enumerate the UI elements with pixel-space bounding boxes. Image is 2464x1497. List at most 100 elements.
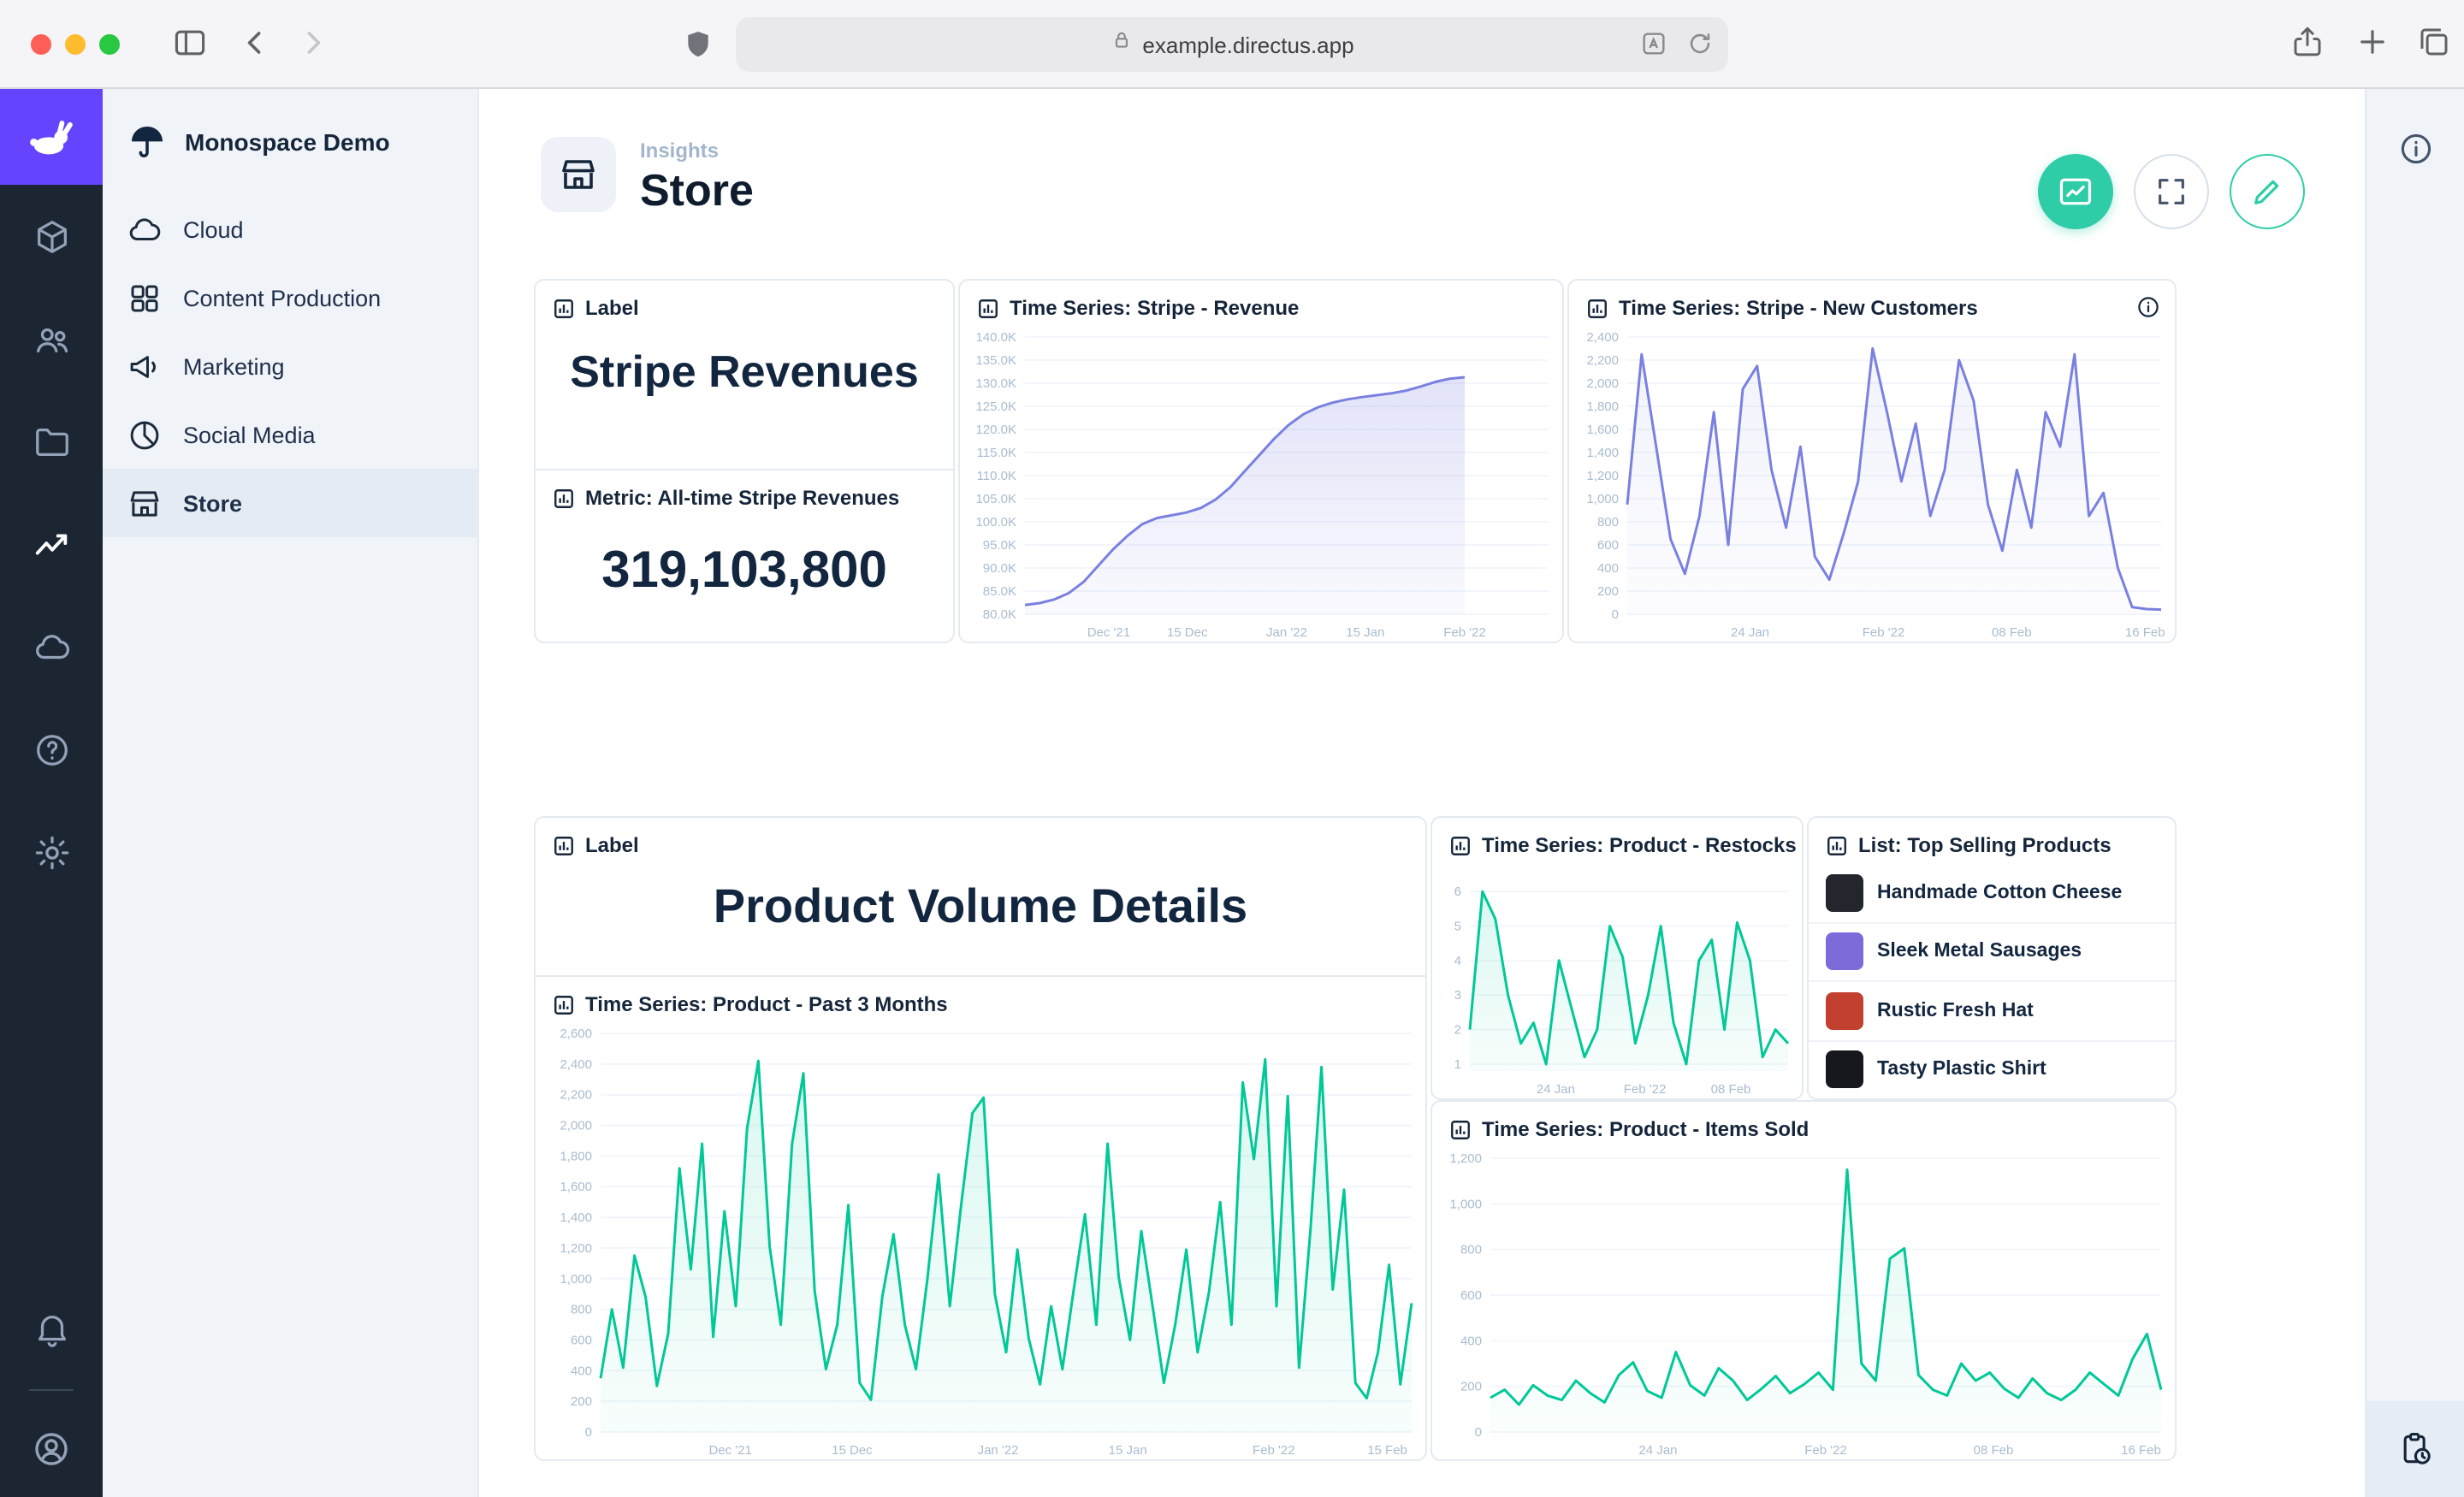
svg-text:6: 6: [1454, 885, 1461, 899]
users-icon: [32, 319, 71, 358]
module-users-button[interactable]: [0, 287, 103, 390]
fullscreen-button[interactable]: [2134, 154, 2209, 229]
svg-text:Feb '22: Feb '22: [1804, 1443, 1847, 1458]
screen: example.directus.app: [0, 0, 2464, 1497]
close-window-button[interactable]: [31, 34, 51, 55]
page-header: Insights Store: [541, 137, 754, 212]
svg-text:16 Feb: 16 Feb: [2125, 625, 2165, 640]
browser-chrome: example.directus.app: [0, 0, 2464, 89]
svg-text:125.0K: 125.0K: [975, 399, 1016, 414]
svg-text:24 Jan: 24 Jan: [1731, 625, 1769, 640]
project-header[interactable]: Monospace Demo: [103, 89, 477, 195]
address-bar[interactable]: example.directus.app: [736, 17, 1728, 72]
project-logo-icon: [127, 121, 168, 163]
product-thumbnail: [1826, 992, 1863, 1030]
grid-icon: [127, 280, 163, 316]
edit-dashboard-button[interactable]: [2230, 154, 2305, 229]
svg-text:1,800: 1,800: [1586, 399, 1619, 414]
app-frame: Monospace Demo Cloud Content Production …: [0, 89, 2464, 1497]
sidebar-toggle-icon[interactable]: [171, 24, 209, 62]
module-cloud-button[interactable]: [0, 595, 103, 698]
present-mode-button[interactable]: [2038, 154, 2113, 229]
chart-window-icon: [2057, 173, 2094, 210]
cube-icon: [32, 216, 71, 256]
svg-text:1,000: 1,000: [560, 1272, 592, 1287]
panel-chart-icon: [1586, 297, 1608, 319]
window-controls: [31, 34, 120, 55]
product-past-3-months-chart: 2,6002,4002,2002,0001,8001,6001,4001,200…: [536, 1023, 1425, 1459]
clipboard-clock-icon: [2396, 1430, 2434, 1468]
svg-text:15 Jan: 15 Jan: [1109, 1443, 1147, 1458]
svg-text:1,800: 1,800: [560, 1149, 592, 1163]
panel-chart-icon: [1449, 1118, 1472, 1140]
svg-text:2,200: 2,200: [560, 1088, 592, 1103]
product-thumbnail: [1826, 933, 1863, 971]
svg-text:Feb '22: Feb '22: [1863, 625, 1905, 640]
product-items-sold-chart: 1,2001,000800600400200024 JanFeb '2208 F…: [1432, 1148, 2175, 1459]
module-insights-button[interactable]: [0, 493, 103, 595]
svg-text:Jan '22: Jan '22: [1266, 625, 1307, 640]
navigation-sidebar: Monospace Demo Cloud Content Production …: [103, 89, 479, 1497]
svg-text:95.0K: 95.0K: [983, 538, 1016, 553]
metric-panel: Metric: All-time Stripe Revenues 319,103…: [536, 469, 953, 642]
module-bar-divider: [29, 1389, 74, 1391]
svg-text:110.0K: 110.0K: [977, 469, 1016, 483]
module-bar: [0, 89, 103, 1497]
module-files-button[interactable]: [0, 390, 103, 493]
translate-icon[interactable]: [1639, 29, 1668, 67]
svg-text:1,000: 1,000: [1586, 492, 1619, 506]
breadcrumb[interactable]: Insights: [640, 138, 754, 162]
info-icon[interactable]: [2396, 130, 2434, 176]
svg-text:1,400: 1,400: [560, 1210, 592, 1225]
panel-header-label: Metric: All-time Stripe Revenues: [585, 486, 899, 510]
svg-text:2,000: 2,000: [560, 1119, 592, 1133]
module-content-button[interactable]: [0, 185, 103, 287]
sidebar-item-content-production[interactable]: Content Production: [103, 263, 477, 332]
notifications-button[interactable]: [0, 1276, 103, 1379]
sidebar-item-marketing[interactable]: Marketing: [103, 332, 477, 400]
svg-text:600: 600: [571, 1333, 592, 1347]
minimize-window-button[interactable]: [65, 34, 86, 55]
svg-text:15 Dec: 15 Dec: [832, 1443, 873, 1458]
sidebar-item-store[interactable]: Store: [103, 469, 477, 537]
product-thumbnail: [1826, 874, 1863, 912]
new-tab-icon[interactable]: [2354, 24, 2390, 60]
svg-text:24 Jan: 24 Jan: [1537, 1082, 1575, 1097]
svg-text:130.0K: 130.0K: [975, 376, 1016, 391]
info-icon[interactable]: [2135, 294, 2161, 325]
privacy-shield-icon[interactable]: [681, 27, 715, 62]
activity-drawer-button[interactable]: [2366, 1401, 2464, 1497]
svg-text:600: 600: [1597, 538, 1619, 553]
panel-chart-icon: [553, 834, 575, 856]
folder-icon: [32, 422, 71, 461]
label-text: Stripe Revenues: [536, 327, 953, 417]
svg-text:Feb '22: Feb '22: [1443, 625, 1486, 640]
svg-text:800: 800: [1460, 1243, 1482, 1257]
storefront-icon: [558, 154, 599, 195]
zoom-window-button[interactable]: [99, 34, 120, 55]
svg-text:1: 1: [1454, 1057, 1461, 1072]
module-settings-button[interactable]: [0, 801, 103, 903]
svg-text:1,600: 1,600: [1586, 423, 1619, 437]
svg-text:2,600: 2,600: [560, 1027, 592, 1041]
sidebar-item-social-media[interactable]: Social Media: [103, 400, 477, 469]
storefront-icon: [127, 485, 163, 521]
reload-icon[interactable]: [1685, 29, 1715, 67]
module-help-button[interactable]: [0, 698, 103, 801]
fullscreen-icon: [2154, 175, 2189, 209]
forward-button[interactable]: [294, 24, 332, 62]
panel-chart-icon: [1449, 834, 1472, 856]
svg-text:Dec '21: Dec '21: [1087, 625, 1130, 640]
tab-overview-icon[interactable]: [2416, 24, 2452, 60]
back-button[interactable]: [236, 24, 274, 62]
user-avatar-button[interactable]: [0, 1401, 103, 1497]
stripe-revenue-chart: 140.0K135.0K130.0K125.0K120.0K115.0K110.…: [960, 327, 1562, 642]
panel-chart-icon: [553, 297, 575, 319]
dashboard-icon-box: [541, 137, 616, 212]
svg-text:2,200: 2,200: [1586, 353, 1619, 368]
share-icon[interactable]: [2289, 24, 2325, 60]
svg-text:400: 400: [571, 1364, 592, 1378]
sidebar-item-cloud[interactable]: Cloud: [103, 195, 477, 263]
directus-logo[interactable]: [0, 89, 103, 185]
project-name: Monospace Demo: [185, 128, 390, 156]
